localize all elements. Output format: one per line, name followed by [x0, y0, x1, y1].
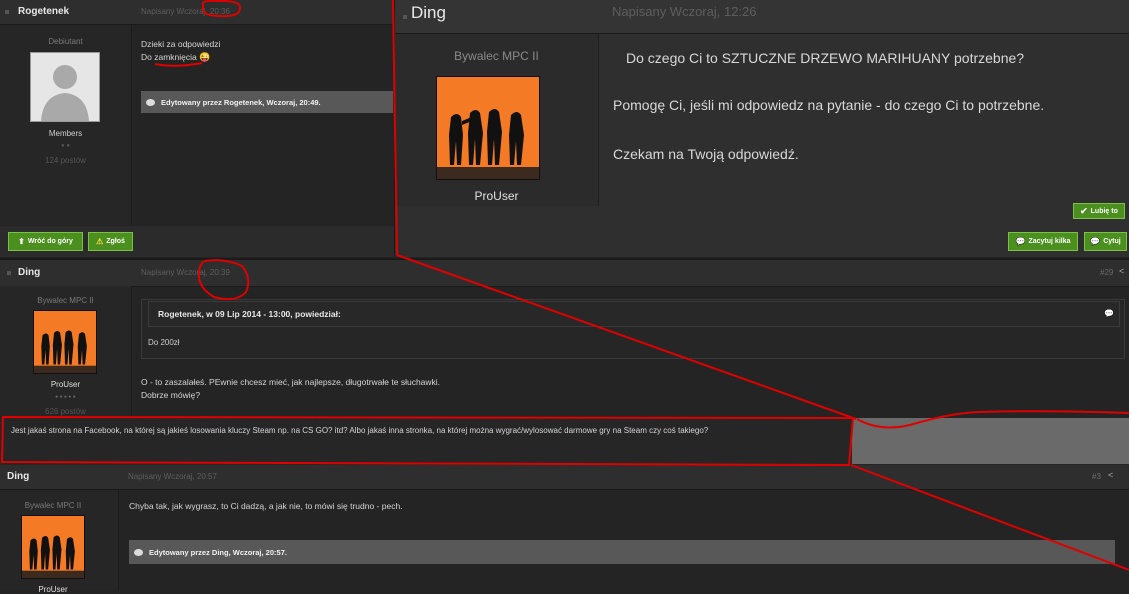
post1-time: 20:36: [209, 7, 230, 16]
zoom-title: ProUser: [474, 189, 519, 203]
silhouettes-avatar-icon: [22, 516, 84, 578]
zoom-line1: Do czego Ci to SZTUCZNE DRZEWO MARIHUANY…: [626, 50, 1025, 66]
post2-quote: Rogetenek, w 09 Lip 2014 - 13:00, powied…: [141, 299, 1125, 359]
post2-header: Ding Napisany Wczoraj, 20:39 #29 <: [0, 258, 1129, 287]
post3-username[interactable]: Ding: [7, 471, 29, 482]
post1-line1: Dzieki za odpowiedzi: [141, 39, 221, 49]
multi-quote-button[interactable]: 💬 Zacytuj kilka: [1008, 232, 1078, 251]
zoom-sidebar: Bywalec MPC II ProUser: [395, 34, 599, 206]
post3-body: Chyba tak, jak wygrasz, to Ci dadzą, a j…: [129, 501, 403, 511]
highlight-text: Jest jakaś strona na Facebook, na której…: [11, 426, 709, 435]
post2-body: O - to zaszalałeś. PEwnie chcesz mieć, j…: [141, 376, 841, 402]
post3-avatar[interactable]: [21, 515, 85, 579]
warning-icon: ⚠: [96, 237, 104, 246]
post2-rank: Bywalec MPC II: [37, 296, 94, 305]
post3-sidebar: Bywalec MPC II ProUser: [0, 490, 119, 594]
default-user-icon: [41, 65, 89, 121]
zoom-panel: Ding Napisany Wczoraj, 12:26 Bywalec MPC…: [394, 0, 1129, 257]
post1-line2-word: zamknięcia: [154, 52, 197, 62]
silhouettes-avatar-icon: [34, 311, 96, 373]
post3-edited-text: Edytowany przez Ding, Wczoraj, 20:57.: [149, 547, 287, 557]
multi-quote-label: Zacytuj kilka: [1028, 238, 1071, 245]
post3-edited-note: Edytowany przez Ding, Wczoraj, 20:57.: [129, 540, 1115, 564]
zoom-rank: Bywalec MPC II: [454, 49, 539, 63]
post1-group: Members: [48, 129, 83, 138]
back-to-top-label: Wróć do góry: [27, 238, 73, 245]
quote-label: Cytuj: [1103, 238, 1121, 245]
post3-rank: Bywalec MPC II: [24, 501, 82, 510]
post1-body: Dzieki za odpowiedzi Do zamknięcia 😜: [141, 38, 381, 64]
post2-online-indicator-icon: [7, 271, 11, 275]
share-icon[interactable]: <: [1119, 266, 1124, 276]
quote-button[interactable]: 💬 Cytuj: [1084, 232, 1127, 251]
post1-header: Rogetenek Napisany Wczoraj, 20:36: [0, 0, 393, 25]
like-label: Lubię to: [1090, 207, 1118, 215]
checkmark-icon: ✔: [1080, 205, 1088, 216]
online-indicator-icon: [5, 10, 9, 14]
zoom-avatar[interactable]: [436, 76, 540, 180]
post1-avatar[interactable]: [30, 52, 100, 122]
back-to-top-button[interactable]: ⬆ Wróć do góry: [8, 232, 83, 251]
post3-timestamp: Napisany Wczoraj, 20:57: [128, 472, 217, 481]
edit-bubble-icon: [134, 548, 143, 556]
tongue-emoji-icon: 😜: [199, 52, 211, 62]
zoom-timestamp: Napisany Wczoraj, 12:26: [612, 4, 757, 19]
post3-share-icon[interactable]: <: [1108, 470, 1113, 480]
post1-timestamp: Napisany Wczoraj, 20:36: [141, 7, 230, 16]
zoom-line3: Czekam na Twoją odpowiedź.: [613, 146, 799, 162]
post1-timestamp-prefix: Napisany Wczoraj,: [141, 7, 208, 16]
report-label: Zgłoś: [106, 238, 125, 245]
report-button[interactable]: ⚠ Zgłoś: [88, 232, 133, 251]
post2-number[interactable]: #29: [1100, 268, 1113, 277]
post1-username[interactable]: Rogetenek: [18, 6, 69, 17]
edit-bubble-icon: [146, 98, 155, 106]
zoom-line2: Pomogę Ci, jeśli mi odpowiedz na pytanie…: [613, 97, 1045, 113]
post2-post-count: 626 postów: [45, 407, 86, 416]
post3-title: ProUser: [38, 585, 68, 594]
post2-sidebar: Bywalec MPC II ProUser ● ● ● ● ● 626 pos…: [0, 286, 132, 416]
post2-quote-author: Rogetenek, w 09 Lip 2014 - 13:00, powied…: [158, 309, 341, 319]
post1-edited-text: Edytowany przez Rogetenek, Wczoraj, 20:4…: [161, 97, 321, 107]
post2-timestamp: Napisany Wczoraj, 20:39: [141, 268, 230, 277]
silhouettes-avatar-icon: [437, 77, 539, 179]
post1-rank: Debiutant: [48, 37, 83, 46]
arrow-up-icon: ⬆: [18, 237, 25, 246]
zoom-body: Do czego Ci to SZTUCZNE DRZEWO MARIHUANY…: [613, 50, 1123, 162]
quote-bubbles-icon[interactable]: 💬: [1104, 309, 1114, 318]
post2-quote-body: Do 200zł: [148, 338, 180, 347]
post1-rank-dots: ● ●: [61, 143, 70, 149]
post2-rank-dots: ● ● ● ● ●: [55, 394, 76, 400]
highlight-gray-block: [852, 418, 1129, 464]
post3-number[interactable]: #3: [1092, 472, 1101, 481]
post2-avatar[interactable]: [33, 310, 97, 374]
zoom-header: Ding Napisany Wczoraj, 12:26: [395, 0, 1129, 34]
post1-edited-note: Edytowany przez Rogetenek, Wczoraj, 20:4…: [141, 91, 393, 113]
post2-username[interactable]: Ding: [18, 267, 40, 278]
quote-icon: 💬: [1090, 237, 1101, 246]
post2-title: ProUser: [50, 380, 81, 389]
post1-line2: Do zamknięcia 😜: [141, 51, 381, 64]
post3-header: Ding Napisany Wczoraj, 20:57 #3 <: [0, 465, 1129, 490]
multi-quote-icon: 💬: [1015, 237, 1026, 246]
zoom-online-indicator-icon: [403, 15, 407, 19]
post1-sidebar: Debiutant Members ● ● 124 postów: [0, 25, 132, 225]
post1-line2-prefix: Do: [141, 52, 155, 62]
post1-post-count: 124 postów: [45, 156, 86, 165]
post2-quote-header: Rogetenek, w 09 Lip 2014 - 13:00, powied…: [148, 301, 1120, 327]
zoom-username[interactable]: Ding: [411, 3, 446, 23]
post2-body-line1: O - to zaszalałeś. PEwnie chcesz mieć, j…: [141, 377, 441, 387]
like-button[interactable]: ✔ Lubię to: [1073, 203, 1125, 219]
post2-body-line2: Dobrze mówię?: [141, 390, 201, 400]
